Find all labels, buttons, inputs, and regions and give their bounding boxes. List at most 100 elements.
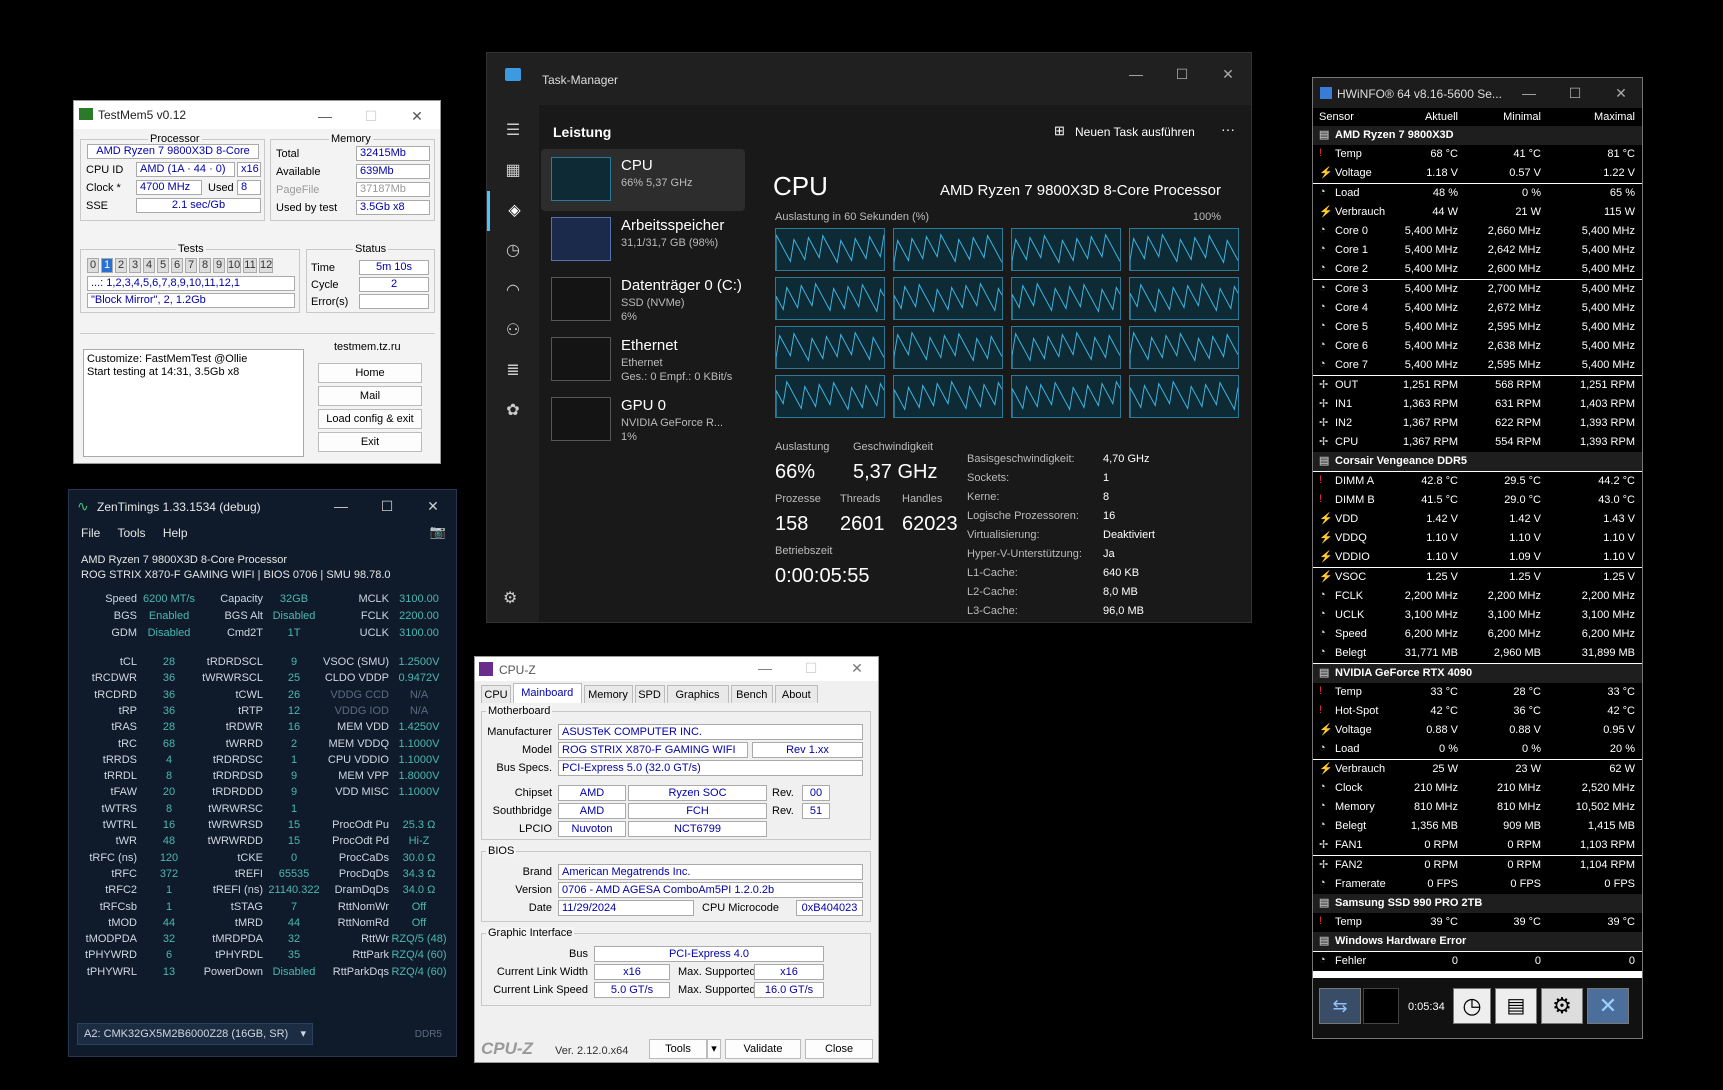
maximize-button[interactable]: ☐	[364, 491, 410, 521]
mail-button[interactable]: Mail	[318, 386, 422, 406]
tab-bench[interactable]: Bench	[730, 685, 773, 703]
home-button[interactable]: Home	[318, 363, 422, 383]
close-button[interactable]: ✕	[1598, 78, 1642, 108]
sensor-row[interactable]: ⚡ Voltage 0.88 V 0.88 V 0.95 V	[1313, 721, 1642, 741]
sensor-row[interactable]: ◔ Core 0 5,400 MHz 2,660 MHz 5,400 MHz	[1313, 222, 1642, 241]
sensor-row[interactable]: ▤ Samsung SSD 990 PRO 2TB	[1313, 894, 1642, 913]
close-button[interactable]: ✕	[410, 491, 456, 521]
tools-dropdown-icon[interactable]: ▾	[707, 1039, 721, 1059]
col-sensor[interactable]: Sensor	[1319, 111, 1354, 123]
perf-item-3[interactable]: Ethernet Ethernet Ges.: 0 Empf.: 0 KBit/s	[541, 329, 745, 391]
maximize-button[interactable]: ☐	[788, 657, 834, 683]
exit-button[interactable]: Exit	[318, 432, 422, 452]
minimize-button[interactable]: —	[1113, 59, 1159, 89]
sensor-row[interactable]: ◔ Core 6 5,400 MHz 2,638 MHz 5,400 MHz	[1313, 337, 1642, 357]
close-sensors-icon[interactable]: ✕	[1587, 988, 1629, 1024]
report-icon[interactable]: ▤	[1495, 988, 1537, 1024]
settings-icon[interactable]: ⚙	[503, 588, 517, 608]
users-icon[interactable]: ⚇	[487, 311, 539, 351]
sensor-row[interactable]: ◔ FCLK 2,200 MHz 2,200 MHz 2,200 MHz	[1313, 586, 1642, 606]
sensor-row[interactable]: ✢ FAN1 0 RPM 0 RPM 1,103 RPM	[1313, 836, 1642, 856]
sensor-row[interactable]: ▤ NVIDIA GeForce RTX 4090	[1313, 663, 1642, 683]
tab-spd[interactable]: SPD	[634, 685, 665, 703]
sensor-row[interactable]: ◔ Core 2 5,400 MHz 2,600 MHz 5,400 MHz	[1313, 260, 1642, 280]
minimize-button[interactable]: —	[1506, 78, 1552, 108]
menu-help[interactable]: Help	[163, 526, 188, 540]
clock-icon[interactable]: ◷	[1453, 988, 1491, 1024]
sensor-row[interactable]: ◔ Clock 210 MHz 210 MHz 2,520 MHz	[1313, 778, 1642, 798]
sensor-row[interactable]: ! Temp 33 °C 28 °C 33 °C	[1313, 682, 1642, 702]
sensor-row[interactable]: ◔ Belegt 1,356 MB 909 MB 1,415 MB	[1313, 817, 1642, 837]
perf-item-1[interactable]: Arbeitsspeicher 31,1/31,7 GB (98%)	[541, 209, 745, 271]
site-link[interactable]: testmem.tz.ru	[334, 341, 401, 353]
perf-item-2[interactable]: Datenträger 0 (C:) SSD (NVMe) 6%	[541, 269, 745, 331]
tab-cpu[interactable]: CPU	[481, 685, 511, 703]
performance-icon[interactable]: ◈	[487, 191, 539, 231]
menu-file[interactable]: File	[81, 526, 100, 540]
sensor-row[interactable]: ◔ Core 7 5,400 MHz 2,595 MHz 5,400 MHz	[1313, 356, 1642, 376]
close-button[interactable]: ✕	[1205, 59, 1251, 89]
sensor-row[interactable]: ⚡ VSOC 1.25 V 1.25 V 1.25 V	[1313, 567, 1642, 587]
tab-memory[interactable]: Memory	[583, 685, 633, 703]
maximize-button[interactable]: ☐	[1159, 59, 1205, 89]
minimize-button[interactable]: —	[742, 657, 788, 683]
close-button[interactable]: ✕	[834, 657, 878, 683]
sensor-row[interactable]: ⚡ Verbrauch 25 W 23 W 62 W	[1313, 759, 1642, 779]
menu-tools[interactable]: Tools	[117, 526, 145, 540]
details-icon[interactable]: ≣	[487, 351, 539, 391]
sensor-row[interactable]: ! Temp 68 °C 41 °C 81 °C	[1313, 145, 1642, 165]
startup-icon[interactable]: ◠	[487, 271, 539, 311]
sensor-row[interactable]: ◔ Core 4 5,400 MHz 2,672 MHz 5,400 MHz	[1313, 298, 1642, 318]
sensor-row[interactable]: ▤ Windows Hardware Error	[1313, 932, 1642, 952]
close-button[interactable]: ✕	[394, 101, 440, 131]
module-select[interactable]: A2: CMK32GX5M2B6000Z28 (16GB, SR) ▾	[77, 1023, 313, 1045]
cpuz-titlebar[interactable]: CPU-Z — ☐ ✕	[475, 657, 878, 683]
processes-icon[interactable]: ▦	[487, 151, 539, 191]
perf-item-4[interactable]: GPU 0 NVIDIA GeForce R... 1%	[541, 389, 745, 451]
sensor-row[interactable]: ◔ Core 5 5,400 MHz 2,595 MHz 5,400 MHz	[1313, 318, 1642, 337]
hamburger-icon[interactable]: ☰	[487, 111, 539, 151]
load-config-button[interactable]: Load config & exit	[318, 409, 422, 429]
sensor-row[interactable]: ◔ Load 0 % 0 % 20 %	[1313, 740, 1642, 760]
sensor-row[interactable]: ✢ IN1 1,363 RPM 631 RPM 1,403 RPM	[1313, 394, 1642, 414]
col-max[interactable]: Maximal	[1594, 111, 1635, 123]
sensor-row[interactable]: ◔ UCLK 3,100 MHz 3,100 MHz 3,100 MHz	[1313, 606, 1642, 625]
tab-about[interactable]: About	[775, 685, 818, 703]
close-app-button[interactable]: Close	[805, 1039, 873, 1059]
history-icon[interactable]: ◷	[487, 231, 539, 271]
sensor-row[interactable]: ! DIMM B 41.5 °C 29.0 °C 43.0 °C	[1313, 490, 1642, 510]
log-box[interactable]: Customize: FastMemTest @Ollie Start test…	[83, 349, 304, 457]
more-button[interactable]: ···	[1221, 121, 1235, 137]
sensor-row[interactable]: ◔ Memory 810 MHz 810 MHz 10,502 MHz	[1313, 798, 1642, 817]
services-icon[interactable]: ✿	[487, 391, 539, 431]
minimize-button[interactable]: —	[318, 491, 364, 521]
sensor-row[interactable]: ▤ AMD Ryzen 7 9800X3D	[1313, 126, 1642, 145]
new-task-button[interactable]: Neuen Task ausführen	[1075, 125, 1195, 139]
hwinfo-titlebar[interactable]: HWiNFO® 64 v8.16-5600 Se... — ☐ ✕	[1313, 78, 1642, 108]
sensor-row[interactable]: ◔ Core 3 5,400 MHz 2,700 MHz 5,400 MHz	[1313, 279, 1642, 299]
maximize-button[interactable]: ☐	[1552, 78, 1598, 108]
tools-button[interactable]: Tools	[649, 1039, 707, 1059]
maximize-button[interactable]: ☐	[348, 101, 394, 131]
sensor-row[interactable]: ! Temp 39 °C 39 °C 39 °C	[1313, 913, 1642, 933]
sensor-row[interactable]: ◔ Framerate 0 FPS 0 FPS 0 FPS	[1313, 874, 1642, 894]
sensor-row[interactable]: ⚡ VDDQ 1.10 V 1.10 V 1.10 V	[1313, 529, 1642, 549]
sensor-row[interactable]: ◔ Core 1 5,400 MHz 2,642 MHz 5,400 MHz	[1313, 241, 1642, 261]
sensor-row[interactable]: ! Hot-Spot 42 °C 36 °C 42 °C	[1313, 702, 1642, 721]
sensor-row[interactable]: ▤ Corsair Vengeance DDR5	[1313, 452, 1642, 472]
col-current[interactable]: Aktuell	[1425, 111, 1458, 123]
sensor-row[interactable]: ⚡ VDD 1.42 V 1.42 V 1.43 V	[1313, 510, 1642, 529]
testmem-titlebar[interactable]: TestMem5 v0.12 — ☐ ✕	[74, 101, 440, 129]
camera-icon[interactable]: 📷	[430, 524, 446, 540]
tab-mainboard[interactable]: Mainboard	[513, 683, 582, 703]
tab-graphics[interactable]: Graphics	[666, 685, 729, 703]
minimize-button[interactable]: —	[302, 101, 348, 131]
sensor-row[interactable]: ✢ OUT 1,251 RPM 568 RPM 1,251 RPM	[1313, 375, 1642, 395]
sensor-row[interactable]: ✢ FAN2 0 RPM 0 RPM 1,104 RPM	[1313, 855, 1642, 875]
validate-button[interactable]: Validate	[725, 1039, 801, 1059]
perf-item-0[interactable]: CPU 66% 5,37 GHz	[541, 149, 745, 211]
network-icon[interactable]: ⇆	[1319, 988, 1361, 1024]
sensor-row[interactable]: ◔ Load 48 % 0 % 65 %	[1313, 183, 1642, 203]
settings-icon[interactable]: ⚙	[1541, 988, 1583, 1024]
sensor-row[interactable]: ◔ Speed 6,200 MHz 6,200 MHz 6,200 MHz	[1313, 625, 1642, 645]
